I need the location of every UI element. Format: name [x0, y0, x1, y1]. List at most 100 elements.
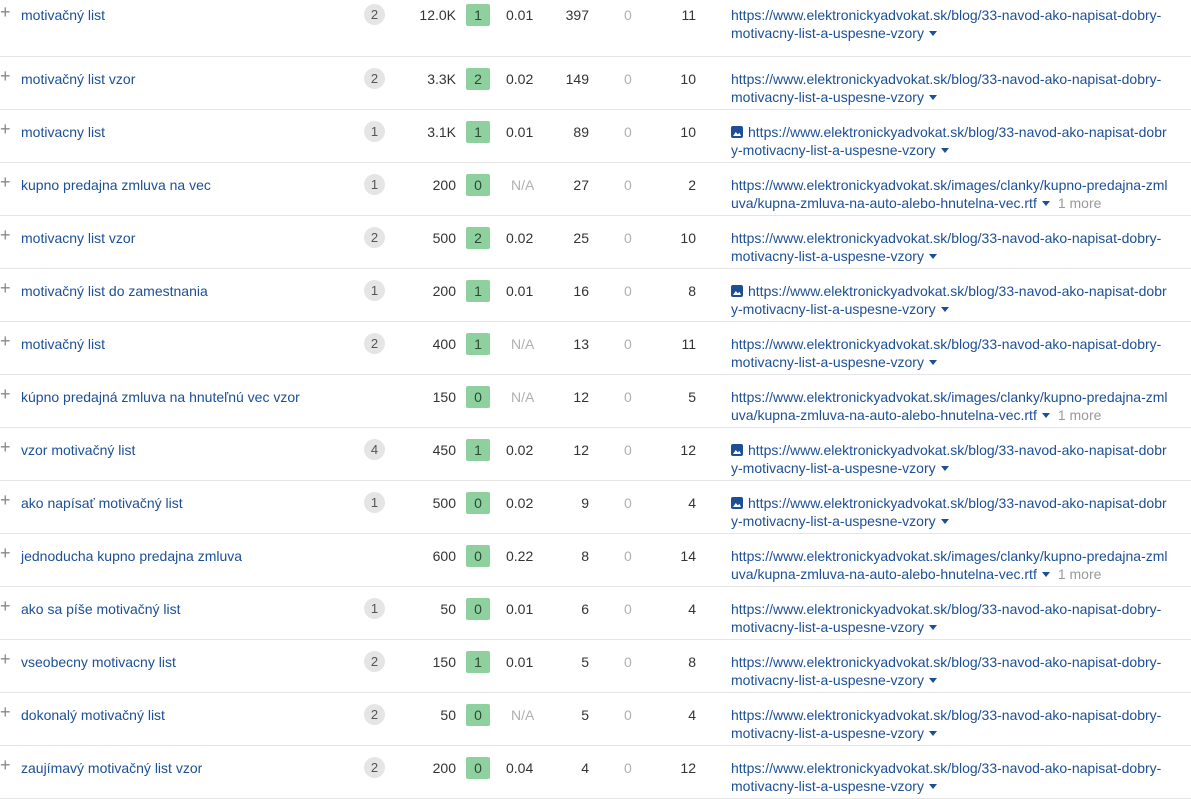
url-line-2[interactable]: uva/kupna-zmluva-na-auto-alebo-hnutelna-… [731, 195, 1037, 211]
caret-down-icon[interactable] [928, 625, 937, 630]
keyword-link[interactable]: motivačný list [21, 335, 105, 353]
serp-features-badge[interactable]: 1 [364, 598, 385, 619]
serp-features-badge[interactable]: 1 [364, 121, 385, 142]
url-line-2[interactable]: motivacny-list-a-uspesne-vzory [731, 25, 924, 41]
expand-plus-icon[interactable]: + [0, 597, 12, 615]
url-line-2[interactable]: motivacny-list-a-uspesne-vzory [731, 672, 924, 688]
caret-down-icon[interactable] [1041, 572, 1050, 577]
ranking-url[interactable]: https://www.elektronickyadvokat.sk/image… [731, 388, 1181, 424]
keyword-link[interactable]: motivacny list [21, 123, 105, 141]
url-line-1[interactable]: https://www.elektronickyadvokat.sk/blog/… [731, 336, 1161, 352]
caret-down-icon[interactable] [1041, 413, 1050, 418]
ranking-url[interactable]: https://www.elektronickyadvokat.sk/blog/… [731, 494, 1181, 530]
caret-down-icon[interactable] [928, 95, 937, 100]
serp-features-badge[interactable]: 2 [364, 333, 385, 354]
url-line-1[interactable]: https://www.elektronickyadvokat.sk/blog/… [731, 7, 1161, 23]
keyword-link[interactable]: motivačný list do zamestnania [21, 282, 208, 300]
ranking-url[interactable]: https://www.elektronickyadvokat.sk/blog/… [731, 706, 1181, 742]
expand-plus-icon[interactable]: + [0, 491, 12, 509]
serp-features-badge[interactable]: 2 [364, 704, 385, 725]
url-line-2[interactable]: motivacny-list-a-uspesne-vzory [731, 725, 924, 741]
caret-down-icon[interactable] [940, 148, 949, 153]
expand-plus-icon[interactable]: + [0, 279, 12, 297]
more-urls-link[interactable]: 1 more [1058, 566, 1102, 582]
url-line-1[interactable]: https://www.elektronickyadvokat.sk/image… [731, 548, 1168, 564]
expand-plus-icon[interactable]: + [0, 650, 12, 668]
url-line-1[interactable]: https://www.elektronickyadvokat.sk/blog/… [748, 442, 1167, 458]
more-urls-link[interactable]: 1 more [1058, 195, 1102, 211]
url-line-1[interactable]: https://www.elektronickyadvokat.sk/blog/… [748, 283, 1167, 299]
serp-features-badge[interactable]: 1 [364, 174, 385, 195]
url-line-2[interactable]: motivacny-list-a-uspesne-vzory [731, 778, 924, 794]
serp-features-badge[interactable]: 4 [364, 439, 385, 460]
keyword-link[interactable]: kúpno predajná zmluva na hnuteľnú vec vz… [21, 388, 300, 406]
url-line-2[interactable]: y-motivacny-list-a-uspesne-vzory [731, 142, 936, 158]
keyword-link[interactable]: motivačný list vzor [21, 70, 135, 88]
ranking-url[interactable]: https://www.elektronickyadvokat.sk/blog/… [731, 6, 1181, 42]
caret-down-icon[interactable] [940, 307, 949, 312]
expand-plus-icon[interactable]: + [0, 332, 12, 350]
url-line-1[interactable]: https://www.elektronickyadvokat.sk/image… [731, 177, 1168, 193]
caret-down-icon[interactable] [928, 731, 937, 736]
ranking-url[interactable]: https://www.elektronickyadvokat.sk/blog/… [731, 229, 1181, 265]
caret-down-icon[interactable] [940, 466, 949, 471]
url-line-2[interactable]: y-motivacny-list-a-uspesne-vzory [731, 460, 936, 476]
ranking-url[interactable]: https://www.elektronickyadvokat.sk/blog/… [731, 653, 1181, 689]
ranking-url[interactable]: https://www.elektronickyadvokat.sk/image… [731, 176, 1181, 212]
keyword-link[interactable]: zaujímavý motivačný list vzor [21, 759, 202, 777]
serp-features-badge[interactable]: 2 [364, 4, 385, 25]
caret-down-icon[interactable] [928, 31, 937, 36]
keyword-link[interactable]: vzor motivačný list [21, 441, 135, 459]
serp-features-badge[interactable]: 1 [364, 280, 385, 301]
url-line-1[interactable]: https://www.elektronickyadvokat.sk/blog/… [731, 654, 1161, 670]
more-urls-link[interactable]: 1 more [1058, 407, 1102, 423]
url-line-2[interactable]: y-motivacny-list-a-uspesne-vzory [731, 513, 936, 529]
keyword-link[interactable]: ako napísať motivačný list [21, 494, 183, 512]
expand-plus-icon[interactable]: + [0, 173, 12, 191]
caret-down-icon[interactable] [928, 254, 937, 259]
url-line-1[interactable]: https://www.elektronickyadvokat.sk/blog/… [731, 760, 1161, 776]
url-line-2[interactable]: motivacny-list-a-uspesne-vzory [731, 619, 924, 635]
url-line-2[interactable]: motivacny-list-a-uspesne-vzory [731, 354, 924, 370]
url-line-1[interactable]: https://www.elektronickyadvokat.sk/blog/… [731, 71, 1161, 87]
ranking-url[interactable]: https://www.elektronickyadvokat.sk/blog/… [731, 759, 1181, 795]
caret-down-icon[interactable] [928, 360, 937, 365]
caret-down-icon[interactable] [928, 784, 937, 789]
url-line-2[interactable]: y-motivacny-list-a-uspesne-vzory [731, 301, 936, 317]
ranking-url[interactable]: https://www.elektronickyadvokat.sk/blog/… [731, 441, 1181, 477]
ranking-url[interactable]: https://www.elektronickyadvokat.sk/blog/… [731, 123, 1181, 159]
ranking-url[interactable]: https://www.elektronickyadvokat.sk/blog/… [731, 70, 1181, 106]
serp-features-badge[interactable]: 2 [364, 68, 385, 89]
expand-plus-icon[interactable]: + [0, 385, 12, 403]
expand-plus-icon[interactable]: + [0, 120, 12, 138]
keyword-link[interactable]: kupno predajna zmluva na vec [21, 176, 211, 194]
expand-plus-icon[interactable]: + [0, 756, 12, 774]
expand-plus-icon[interactable]: + [0, 544, 12, 562]
url-line-1[interactable]: https://www.elektronickyadvokat.sk/blog/… [731, 601, 1161, 617]
caret-down-icon[interactable] [928, 678, 937, 683]
serp-features-badge[interactable]: 2 [364, 227, 385, 248]
expand-plus-icon[interactable]: + [0, 226, 12, 244]
serp-features-badge[interactable]: 2 [364, 651, 385, 672]
expand-plus-icon[interactable]: + [0, 438, 12, 456]
url-line-1[interactable]: https://www.elektronickyadvokat.sk/blog/… [731, 230, 1161, 246]
keyword-link[interactable]: vseobecny motivacny list [21, 653, 176, 671]
url-line-1[interactable]: https://www.elektronickyadvokat.sk/image… [731, 389, 1168, 405]
caret-down-icon[interactable] [940, 519, 949, 524]
url-line-1[interactable]: https://www.elektronickyadvokat.sk/blog/… [748, 124, 1167, 140]
keyword-link[interactable]: motivačný list [21, 6, 105, 24]
serp-features-badge[interactable]: 2 [364, 757, 385, 778]
keyword-link[interactable]: ako sa píše motivačný list [21, 600, 181, 618]
ranking-url[interactable]: https://www.elektronickyadvokat.sk/blog/… [731, 335, 1181, 371]
expand-plus-icon[interactable]: + [0, 703, 12, 721]
url-line-2[interactable]: uva/kupna-zmluva-na-auto-alebo-hnutelna-… [731, 566, 1037, 582]
url-line-1[interactable]: https://www.elektronickyadvokat.sk/blog/… [731, 707, 1161, 723]
keyword-link[interactable]: jednoducha kupno predajna zmluva [21, 547, 242, 565]
ranking-url[interactable]: https://www.elektronickyadvokat.sk/blog/… [731, 282, 1181, 318]
caret-down-icon[interactable] [1041, 201, 1050, 206]
serp-features-badge[interactable]: 1 [364, 492, 385, 513]
url-line-1[interactable]: https://www.elektronickyadvokat.sk/blog/… [748, 495, 1167, 511]
ranking-url[interactable]: https://www.elektronickyadvokat.sk/blog/… [731, 600, 1181, 636]
url-line-2[interactable]: motivacny-list-a-uspesne-vzory [731, 89, 924, 105]
url-line-2[interactable]: uva/kupna-zmluva-na-auto-alebo-hnutelna-… [731, 407, 1037, 423]
